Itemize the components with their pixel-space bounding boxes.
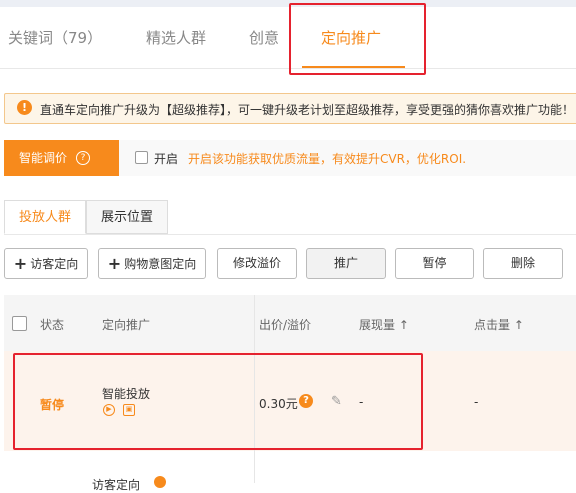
sub-tabs: 投放人群 展示位置 (4, 200, 576, 235)
subtab-placement[interactable]: 展示位置 (86, 200, 168, 234)
top-strip (0, 0, 576, 7)
subtab-audience[interactable]: 投放人群 (4, 200, 86, 234)
plus-icon: + (107, 254, 122, 273)
pause-button[interactable]: 暂停 (395, 248, 474, 279)
enable-smart-bid-checkbox[interactable] (135, 151, 148, 164)
row-highlight-box (13, 353, 423, 450)
smart-bid-description: 开启该功能获取优质流量，有效提升CVR，优化ROI. (188, 152, 467, 166)
warning-icon: ! (17, 100, 32, 115)
select-all-checkbox[interactable] (12, 316, 27, 331)
row-clicks: - (474, 395, 479, 409)
notice-text: 直通车定向推广升级为【超级推荐】，可一键升级老计划至超级推荐，享受更强的猜你喜欢… (40, 103, 575, 117)
add-visitor-targeting-button[interactable]: + 访客定向 (4, 248, 88, 279)
tab-selected-crowds[interactable]: 精选人群 (146, 27, 206, 48)
header-impressions[interactable]: 展现量 ↑ (359, 316, 409, 333)
header-bid: 出价/溢价 (259, 318, 312, 332)
delete-button[interactable]: 删除 (483, 248, 563, 279)
smart-bid-label: 智能调价 (19, 151, 68, 165)
tab-keywords[interactable]: 关键词（79） (8, 27, 102, 48)
header-targeting: 定向推广 (102, 318, 151, 332)
smart-bid-label-box: 智能调价 ? (4, 140, 119, 176)
smart-bid-bar: 智能调价 ? 开启 开启该功能获取优质流量，有效提升CVR，优化ROI. (4, 140, 576, 176)
plus-icon: + (13, 254, 28, 273)
modify-premium-button[interactable]: 修改溢价 (217, 248, 297, 279)
table-header: 状态 定向推广 出价/溢价 展现量 ↑ 点击量 ↑ (4, 295, 576, 351)
enable-label: 开启 (154, 152, 179, 166)
promote-button[interactable]: 推广 (306, 248, 386, 279)
visitor-targeting-label: 访客定向 (30, 257, 79, 271)
add-purchase-intent-button[interactable]: + 购物意图定向 (98, 248, 206, 279)
main-tabs: 关键词（79） 精选人群 创意 定向推广 (0, 7, 576, 69)
help-icon[interactable]: ? (76, 151, 90, 165)
purchase-intent-label: 购物意图定向 (124, 257, 197, 271)
header-clicks[interactable]: 点击量 ↑ (474, 316, 524, 333)
tab-highlight-box (289, 3, 426, 75)
next-row-name: 访客定向 (92, 478, 141, 492)
header-status: 状态 (40, 318, 65, 332)
tab-creative[interactable]: 创意 (249, 27, 279, 48)
upgrade-notice: ! 直通车定向推广升级为【超级推荐】，可一键升级老计划至超级推荐，享受更强的猜你… (4, 93, 576, 124)
next-row-help-icon (154, 476, 166, 488)
